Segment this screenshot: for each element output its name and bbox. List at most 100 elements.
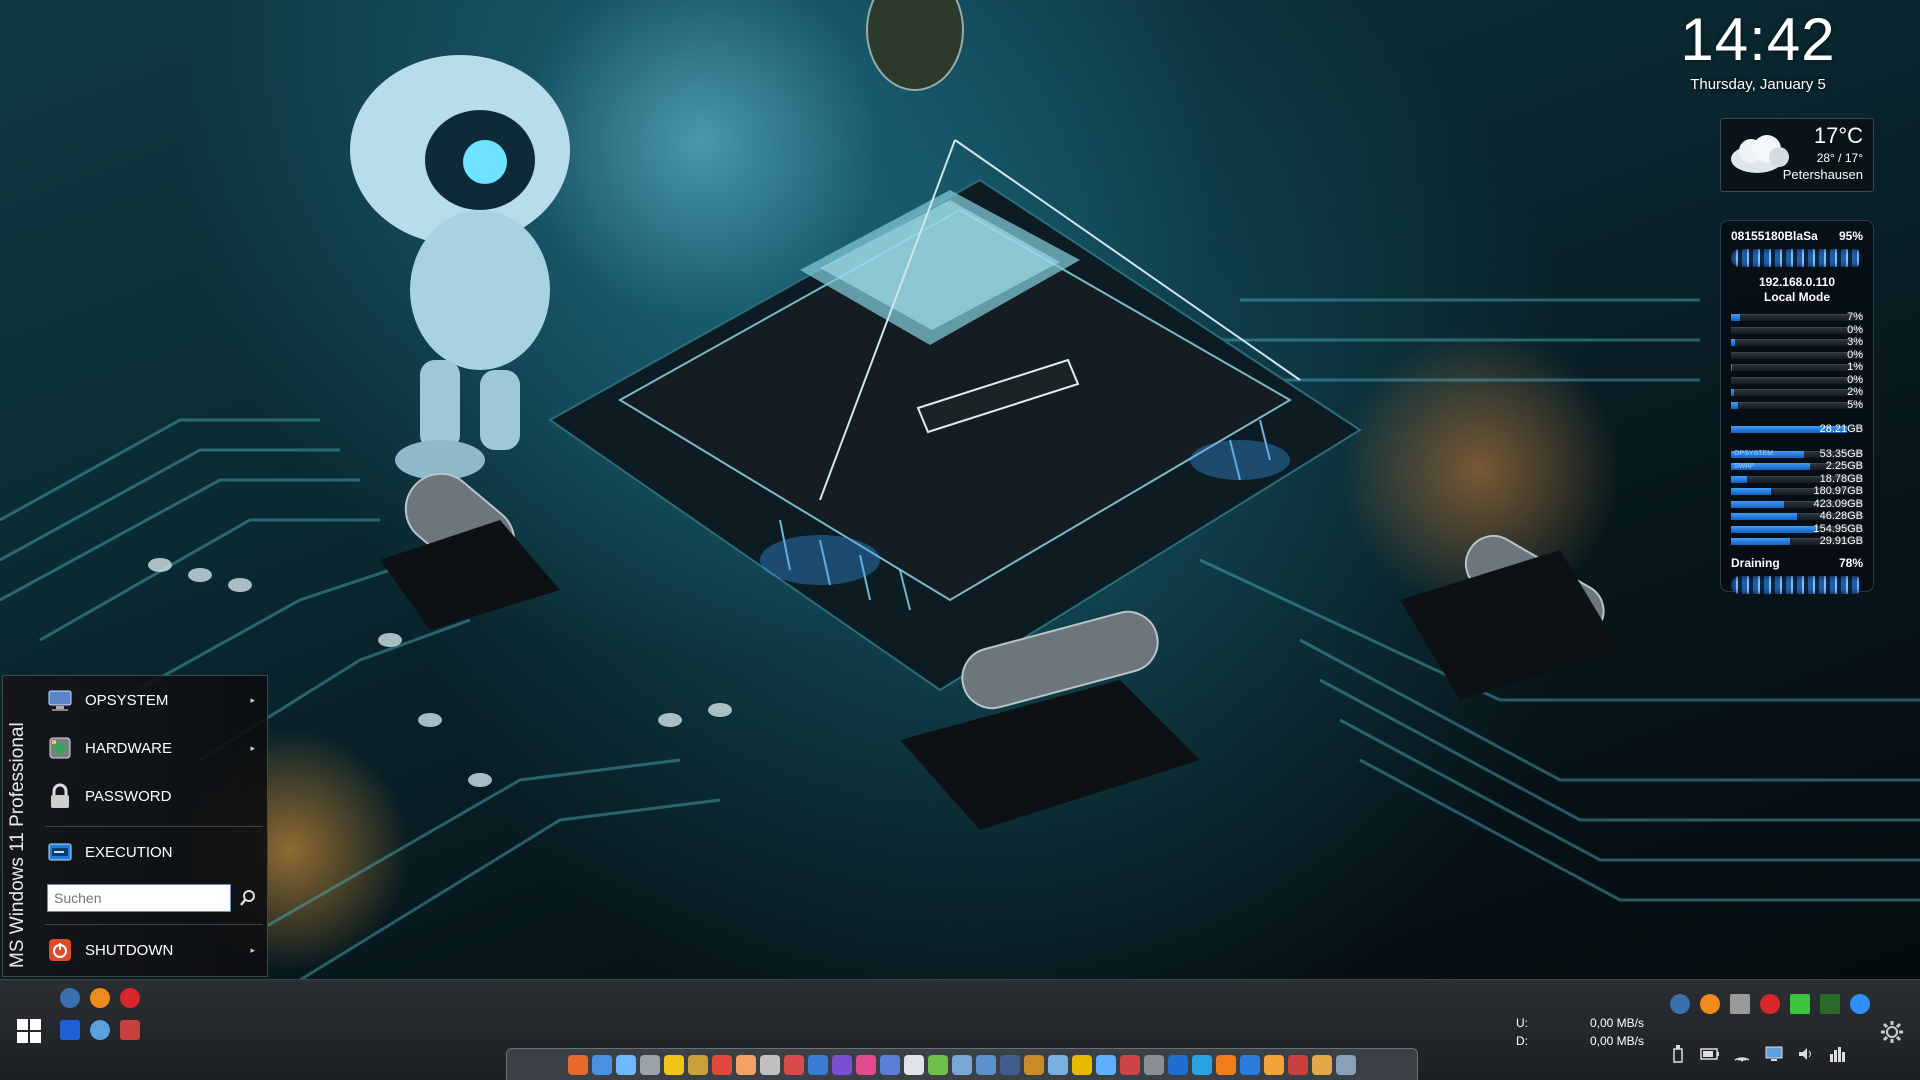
dock-app-icon[interactable] xyxy=(1072,1054,1092,1075)
dock-app-icon[interactable] xyxy=(688,1054,708,1075)
gear-icon[interactable] xyxy=(1880,1020,1904,1044)
dock-app-icon[interactable] xyxy=(1120,1054,1140,1075)
dock-app-icon[interactable] xyxy=(784,1054,804,1075)
submenu-arrow-icon: ▸ xyxy=(250,742,255,753)
dock-app-icon[interactable] xyxy=(880,1054,900,1075)
dock-app-icon[interactable] xyxy=(1000,1054,1020,1075)
dock-app-icon[interactable] xyxy=(640,1054,660,1075)
bar-value: 18.78GB xyxy=(1819,472,1863,485)
dock-app-icon[interactable] xyxy=(976,1054,996,1075)
taskbar: U: 0,00 MB/s D: 0,00 MB/s xyxy=(0,979,1920,1080)
bar-value: 154.95GB xyxy=(1813,522,1863,535)
app-icon[interactable] xyxy=(120,1020,140,1040)
network-globe-icon[interactable] xyxy=(90,1020,110,1040)
volume-icon[interactable] xyxy=(1796,1044,1816,1064)
cpu-core-bars: 7% 0% 3% 0% 1% 0% 2% 5% xyxy=(1731,311,1863,411)
dock-app-icon[interactable] xyxy=(760,1054,780,1075)
cpu-core-bar: 1% xyxy=(1731,361,1863,374)
menu-item-hardware[interactable]: HARDWARE ▸ xyxy=(45,726,265,770)
bar-value: 29.91GB xyxy=(1819,535,1863,548)
nvidia-icon[interactable] xyxy=(1820,994,1840,1014)
bar-value: 0% xyxy=(1847,323,1863,336)
equalizer-icon[interactable] xyxy=(1828,1044,1848,1064)
menu-item-password[interactable]: PASSWORD xyxy=(45,774,265,818)
drive-usage-bar: 180.97GB xyxy=(1731,485,1863,498)
submenu-arrow-icon: ▸ xyxy=(250,694,255,705)
system-monitor-widget[interactable]: 08155180BlaSa 95% 192.168.0.110 Local Mo… xyxy=(1720,220,1874,594)
menu-item-label: HARDWARE xyxy=(85,739,172,757)
dock-app-icon[interactable] xyxy=(1240,1054,1260,1075)
dock-app-icon[interactable] xyxy=(928,1054,948,1075)
cpu-core-bar: 5% xyxy=(1731,399,1863,412)
bar-value: 0% xyxy=(1847,348,1863,361)
bar-value: 180.97GB xyxy=(1813,485,1863,498)
window-tray-icon[interactable] xyxy=(1730,994,1750,1014)
dock-app-icon[interactable] xyxy=(712,1054,732,1075)
menu-item-shutdown[interactable]: SHUTDOWN ▸ xyxy=(45,928,265,972)
upload-speed: 0,00 MB/s xyxy=(1589,1016,1644,1030)
upload-label: U: xyxy=(1516,1016,1528,1030)
avast-tray-icon[interactable] xyxy=(1700,994,1720,1014)
battery-icon[interactable] xyxy=(1700,1044,1720,1064)
dock-app-icon[interactable] xyxy=(1312,1054,1332,1075)
block-icon[interactable] xyxy=(120,988,140,1008)
dock-app-icon[interactable] xyxy=(808,1054,828,1075)
dock-app-icon[interactable] xyxy=(856,1054,876,1075)
quick-launch-top xyxy=(60,988,140,1008)
dock-app-icon[interactable] xyxy=(1216,1054,1236,1075)
sysmon-ip: 192.168.0.110 xyxy=(1758,275,1836,289)
lock-icon xyxy=(45,781,75,811)
sysmon-mode: Local Mode xyxy=(1763,290,1830,304)
menu-item-opsystem[interactable]: OPSYSTEM ▸ xyxy=(45,678,265,722)
notification-badge-icon[interactable] xyxy=(1760,994,1780,1014)
windows-start-icon[interactable] xyxy=(16,1018,42,1044)
dock-app-icon[interactable] xyxy=(1192,1054,1212,1075)
clock-date: Thursday, January 5 xyxy=(1690,76,1826,93)
lightning-icon[interactable] xyxy=(1850,994,1870,1014)
dock-app-icon[interactable] xyxy=(832,1054,852,1075)
dock-app-icon[interactable] xyxy=(952,1054,972,1075)
dock-app-icon[interactable] xyxy=(1144,1054,1164,1075)
usb-drive-icon[interactable] xyxy=(1668,1044,1688,1064)
sysmon-header: 08155180BlaSa 95% xyxy=(1731,229,1863,243)
wifi-icon[interactable] xyxy=(1732,1044,1752,1064)
dock-app-icon[interactable] xyxy=(736,1054,756,1075)
dock-app-icon[interactable] xyxy=(1024,1054,1044,1075)
drive-usage-bar: 18.78GB xyxy=(1731,473,1863,486)
avast-icon[interactable] xyxy=(90,988,110,1008)
start-search-input[interactable] xyxy=(47,884,231,912)
start-menu: MS Windows 11 Professional OPSYSTEM ▸ HA… xyxy=(2,675,268,977)
weather-widget[interactable]: 17°C 28° / 17° Petershausen xyxy=(1720,118,1874,192)
dock-app-icon[interactable] xyxy=(1288,1054,1308,1075)
bar-label: OPSYSTEM xyxy=(1734,450,1773,458)
search-icon[interactable] xyxy=(237,886,259,910)
display-icon[interactable] xyxy=(1764,1044,1784,1064)
shield-icon[interactable] xyxy=(60,988,80,1008)
shield-tray-icon[interactable] xyxy=(1670,994,1690,1014)
dock-app-icon[interactable] xyxy=(568,1054,588,1075)
power-icon xyxy=(45,935,75,965)
bar-value: 3% xyxy=(1847,336,1863,349)
dock-app-icon[interactable] xyxy=(664,1054,684,1075)
dock-app-icon[interactable] xyxy=(904,1054,924,1075)
sysmon-header-meter xyxy=(1731,249,1863,267)
bar-value: 2.25GB xyxy=(1825,460,1863,473)
dock-app-icon[interactable] xyxy=(1048,1054,1068,1075)
dock-app-icon[interactable] xyxy=(592,1054,612,1075)
network-monitor: U: 0,00 MB/s D: 0,00 MB/s xyxy=(1516,1014,1644,1050)
dock-app-icon[interactable] xyxy=(616,1054,636,1075)
battery-meter xyxy=(1731,575,1863,594)
bar-value: 7% xyxy=(1847,311,1863,324)
system-tray-bottom xyxy=(1668,1044,1848,1064)
dock-app-icon[interactable] xyxy=(1264,1054,1284,1075)
power-percent: 78% xyxy=(1838,555,1863,570)
dock-app-icon[interactable] xyxy=(1336,1054,1356,1075)
bar-value: 46.28GB xyxy=(1819,510,1863,523)
bar-value: 5% xyxy=(1847,398,1863,411)
dock-app-icon[interactable] xyxy=(1096,1054,1116,1075)
menu-item-execution[interactable]: EXECUTION xyxy=(45,830,265,874)
gpu-monitor-icon[interactable] xyxy=(1790,994,1810,1014)
sysmon-power: Draining 78% xyxy=(1731,556,1863,570)
dock-app-icon[interactable] xyxy=(1168,1054,1188,1075)
malwarebytes-icon[interactable] xyxy=(60,1020,80,1040)
